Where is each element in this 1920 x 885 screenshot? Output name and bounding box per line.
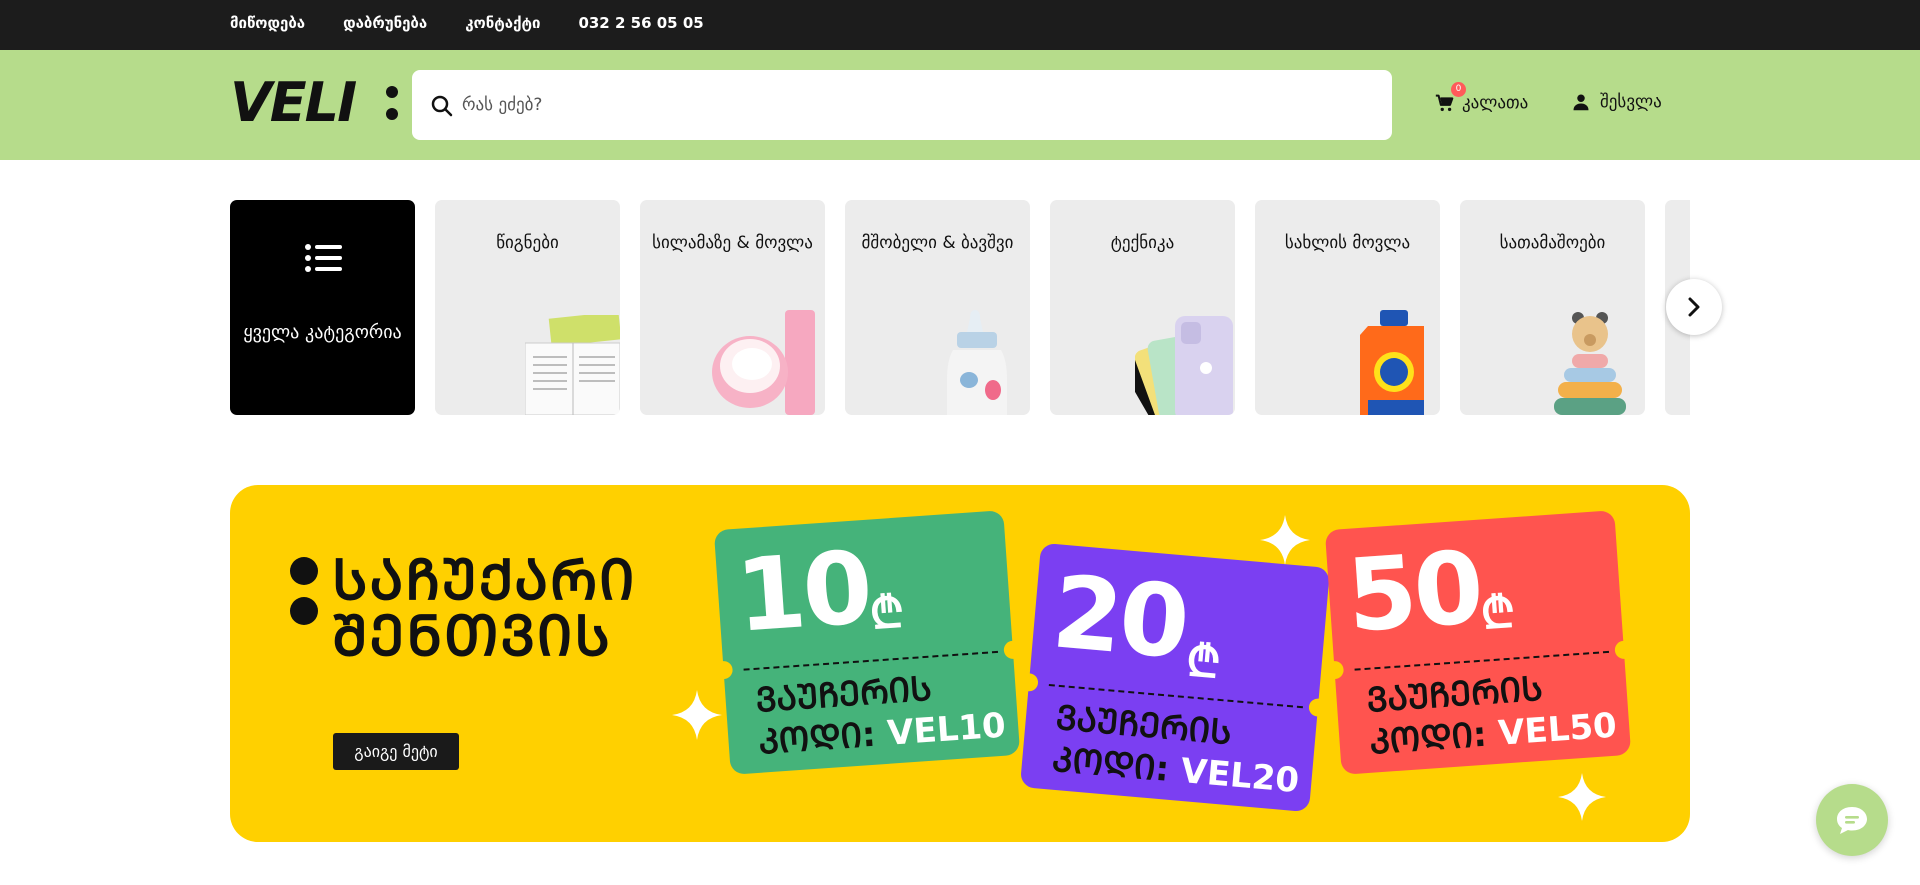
coupon-currency: ₾ — [868, 586, 906, 640]
coupon-text: ᲕᲐᲣᲩᲔᲠᲘᲡ ᲙᲝᲓᲘ: VEL10 — [754, 668, 1008, 763]
category-beauty[interactable]: სილამაზე & მოვლა — [640, 200, 825, 415]
coupon-currency: ₾ — [1479, 586, 1517, 640]
banner-bullets — [290, 557, 318, 637]
banner-title-line1: ᲡᲐᲩᲣᲥᲐᲠᲘ — [332, 548, 637, 613]
logo-text: VELI — [230, 71, 357, 134]
baby-bottle-image — [947, 310, 1007, 415]
top-bar: მიწოდება დაბრუნება კონტაქტი 032 2 56 05 … — [0, 0, 1920, 50]
category-label: წიგნები — [496, 233, 559, 253]
coupon-currency: ₾ — [1184, 635, 1223, 689]
category-label: მშობელი & ბავშვი — [861, 233, 1014, 253]
coupon-vel20[interactable]: 20 ₾ ᲕᲐᲣᲩᲔᲠᲘᲡ ᲙᲝᲓᲘ: VEL20 — [1019, 542, 1331, 813]
sparkle-icon — [1558, 773, 1606, 821]
category-label: სათამაშოები — [1499, 233, 1606, 253]
category-carousel: ყველა კატეგორია წიგნები სილამაზე & მოვლა… — [230, 200, 1690, 415]
top-bar-links: მიწოდება დაბრუნება კონტაქტი 032 2 56 05 … — [230, 14, 704, 32]
category-parent-child[interactable]: მშობელი & ბავშვი — [845, 200, 1030, 415]
login-button[interactable]: შესვლა — [1572, 92, 1662, 112]
coupon-text: ᲕᲐᲣᲩᲔᲠᲘᲡ ᲙᲝᲓᲘ: VEL50 — [1365, 668, 1619, 763]
sparkle-icon — [672, 690, 722, 740]
login-label: შესვლა — [1600, 92, 1662, 112]
chat-icon — [1837, 807, 1867, 834]
coupon-code: VEL10 — [886, 705, 1008, 754]
sparkle-icon — [1260, 515, 1310, 565]
chevron-right-icon — [1688, 297, 1700, 317]
category-toys[interactable]: სათამაშოები — [1460, 200, 1645, 415]
list-icon — [305, 244, 342, 272]
header: VELI 0 კალათა შესვლა — [0, 50, 1920, 160]
category-tech[interactable]: ტექნიკა — [1050, 200, 1235, 415]
phones-image — [1135, 316, 1233, 415]
coupon-vel50[interactable]: 50 ₾ ᲕᲐᲣᲩᲔᲠᲘᲡ ᲙᲝᲓᲘ: VEL50 — [1324, 510, 1634, 775]
category-all-label: ყველა კატეგორია — [243, 322, 402, 343]
coupon-vel10[interactable]: 10 ₾ ᲕᲐᲣᲩᲔᲠᲘᲡ ᲙᲝᲓᲘ: VEL10 — [713, 510, 1023, 775]
toy-image — [1554, 312, 1626, 415]
category-home-care[interactable]: სახლის მოვლა — [1255, 200, 1440, 415]
category-label: ტექნიკა — [1110, 233, 1175, 253]
cart-label: კალათა — [1462, 93, 1529, 113]
topbar-phone[interactable]: 032 2 56 05 05 — [578, 14, 703, 32]
search-icon[interactable] — [430, 94, 454, 118]
cart-count-badge: 0 — [1451, 82, 1466, 97]
logo[interactable]: VELI — [230, 76, 398, 130]
topbar-link-delivery[interactable]: მიწოდება — [230, 14, 305, 32]
search-bar — [412, 70, 1392, 140]
detergent-image — [1360, 310, 1424, 415]
coupon-code: VEL50 — [1497, 705, 1619, 754]
logo-dots — [386, 86, 398, 130]
promo-banner: ᲡᲐᲩᲣᲥᲐᲠᲘ ᲨᲔᲜᲗᲕᲘᲡ გაიგე მეტი 10 ₾ ᲕᲐᲣᲩᲔᲠᲘ… — [230, 485, 1690, 842]
user-icon — [1573, 94, 1589, 111]
category-label: სახლის მოვლა — [1284, 233, 1411, 253]
banner-title-line2: ᲨᲔᲜᲗᲕᲘᲡ — [332, 604, 612, 669]
carousel-next-button[interactable] — [1666, 279, 1722, 335]
banner-title: ᲡᲐᲩᲣᲥᲐᲠᲘ ᲨᲔᲜᲗᲕᲘᲡ — [332, 553, 637, 665]
coupon-amount: 20 — [1048, 553, 1192, 682]
coupon-amount: 50 — [1343, 528, 1485, 655]
coupon-text: ᲕᲐᲣᲩᲔᲠᲘᲡ ᲙᲝᲓᲘ: VEL20 — [1050, 697, 1301, 802]
category-label: სილამაზე & მოვლა — [652, 233, 813, 253]
category-books[interactable]: წიგნები — [435, 200, 620, 415]
cosmetics-image — [712, 310, 815, 415]
category-all[interactable]: ყველა კატეგორია — [230, 200, 415, 415]
learn-more-button[interactable]: გაიგე მეტი — [333, 733, 459, 770]
book-image — [525, 315, 620, 415]
chat-button[interactable] — [1816, 784, 1888, 856]
topbar-link-returns[interactable]: დაბრუნება — [343, 14, 427, 32]
coupon-amount: 10 — [732, 528, 874, 655]
coupon-code: VEL20 — [1179, 750, 1301, 802]
cart-icon: 0 — [1434, 82, 1466, 114]
search-input[interactable] — [462, 88, 1362, 122]
cart-button[interactable]: 0 კალათა — [1434, 82, 1529, 114]
topbar-link-contact[interactable]: კონტაქტი — [465, 14, 540, 32]
